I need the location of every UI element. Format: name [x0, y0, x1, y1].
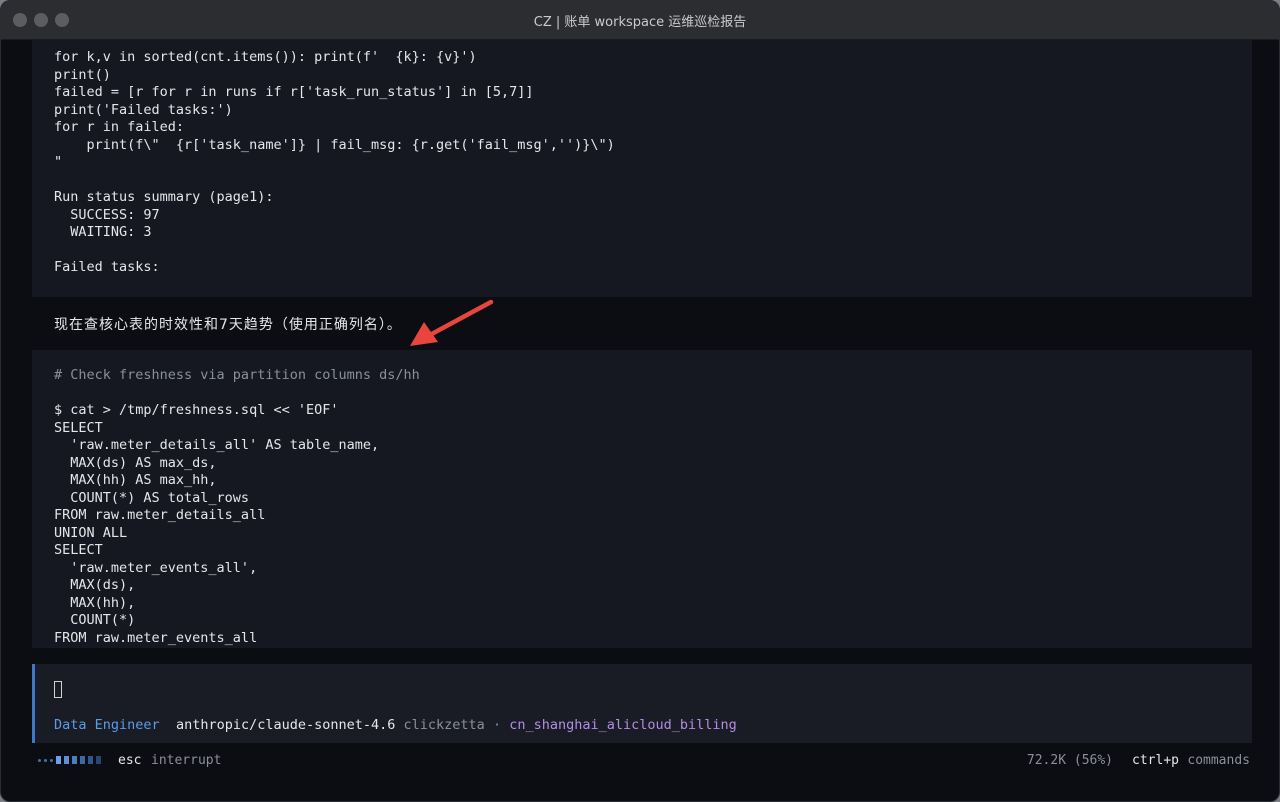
command-line: MAX(hh) AS max_hh,	[54, 472, 217, 488]
command-line: MAX(ds),	[54, 577, 136, 593]
command-line: MAX(ds) AS max_ds,	[54, 454, 217, 471]
command-line: FROM raw.meter_details_all	[54, 507, 266, 523]
title-bar[interactable]: CZ | 账单 workspace 运维巡检报告	[1, 1, 1279, 40]
separator-dot: ·	[492, 717, 502, 733]
interrupt-label: interrupt	[151, 753, 222, 768]
terminal-window: CZ | 账单 workspace 运维巡检报告 for k,v in sort…	[0, 0, 1280, 802]
output-line: failed = [r for r in runs if r['task_run…	[54, 84, 534, 100]
output-line: WAITING: 3	[54, 224, 152, 240]
command-line: 'raw.meter_events_all',	[54, 559, 258, 576]
output-line: for k,v in sorted(cnt.items()): print(f'…	[54, 49, 477, 65]
command-line: COUNT(*)	[54, 612, 136, 628]
output-line: SUCCESS: 97	[54, 206, 160, 223]
interrupt-key[interactable]: esc	[118, 753, 141, 768]
command-line	[54, 385, 1252, 403]
command-lines: # Check freshness via partition columns …	[54, 350, 1252, 647]
status-bar: esc interrupt 72.2K (56%) ctrl+p command…	[1, 749, 1279, 775]
annotation-arrow-icon	[410, 299, 494, 346]
workspace-name[interactable]: cn_shanghai_alicloud_billing	[509, 717, 737, 733]
tool-output-lines: for k,v in sorted(cnt.items()): print(f'…	[54, 40, 1252, 277]
command-comment: # Check freshness via partition columns …	[54, 367, 420, 383]
provider-name: clickzetta	[403, 717, 485, 733]
transcript-scroll-area[interactable]: for k,v in sorted(cnt.items()): print(f'…	[1, 40, 1279, 648]
agent-name[interactable]: Data Engineer	[54, 717, 160, 733]
tool-output-block: for k,v in sorted(cnt.items()): print(f'…	[32, 40, 1252, 297]
command-line: $ cat > /tmp/freshness.sql << 'EOF'	[54, 402, 339, 418]
model-name[interactable]: anthropic/claude-sonnet-4.6	[176, 717, 395, 733]
text-cursor[interactable]	[54, 681, 62, 698]
window-title: CZ | 账单 workspace 运维巡检报告	[533, 15, 747, 30]
command-line: 'raw.meter_details_all' AS table_name,	[54, 437, 380, 453]
output-line: "	[54, 154, 63, 170]
command-line: MAX(hh),	[54, 594, 136, 611]
command-line: COUNT(*) AS total_rows	[54, 489, 250, 506]
context-usage: 72.2K (56%)	[1026, 753, 1113, 768]
prompt-input-box[interactable]: Data Engineer anthropic/claude-sonnet-4.…	[32, 664, 1252, 743]
working-spinner-icon	[38, 756, 101, 764]
command-line: UNION ALL	[54, 524, 128, 541]
command-line: FROM raw.meter_events_all	[54, 629, 258, 646]
output-line: print()	[54, 66, 111, 83]
assistant-message: 现在查核心表的时效性和7天趋势（使用正确列名）。	[54, 317, 402, 333]
command-block: # Check freshness via partition columns …	[32, 350, 1252, 648]
commands-key[interactable]: ctrl+p	[1132, 753, 1179, 768]
output-line: print(f\" {r['task_name']} | fail_msg: {…	[54, 136, 615, 153]
command-line: SELECT	[54, 419, 103, 436]
agent-mode-line: Data Engineer anthropic/claude-sonnet-4.…	[54, 717, 737, 733]
output-line: for r in failed:	[54, 119, 185, 135]
command-line: SELECT	[54, 542, 103, 558]
output-line: Failed tasks:	[54, 259, 160, 275]
commands-label: commands	[1187, 753, 1250, 768]
output-line: Run status summary (page1):	[54, 189, 274, 205]
output-line: print('Failed tasks:')	[54, 101, 233, 118]
